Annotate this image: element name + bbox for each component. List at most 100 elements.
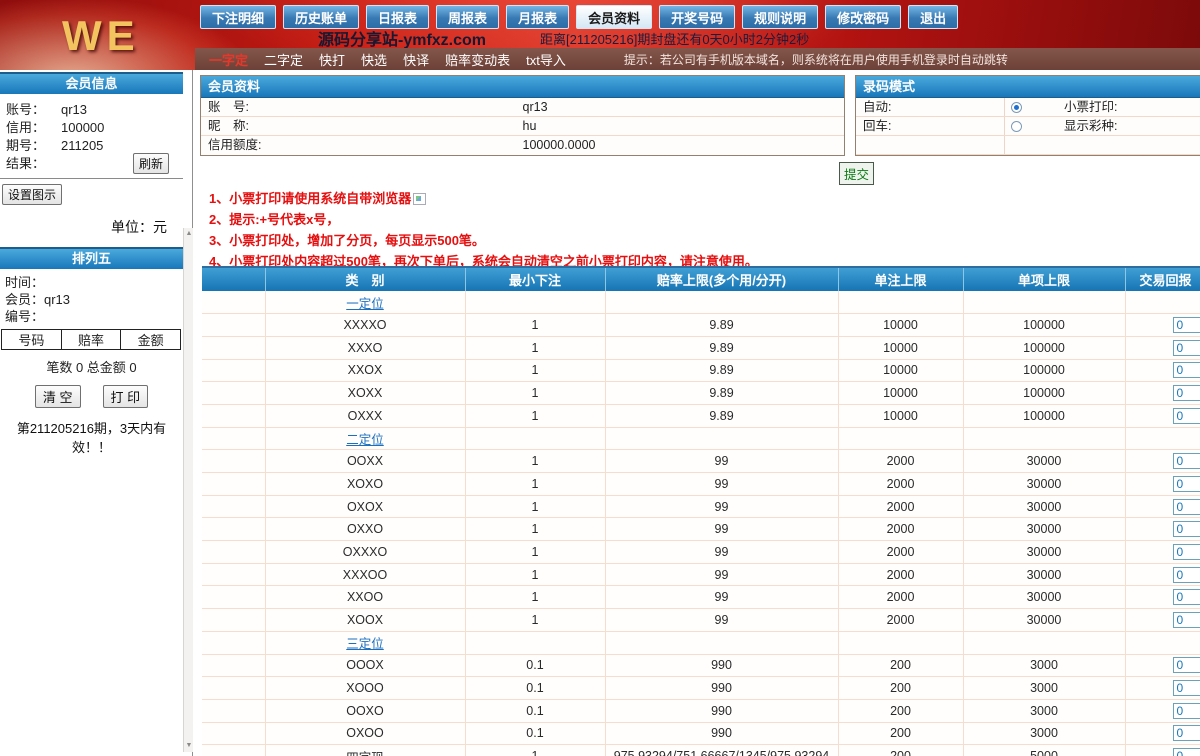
empty-cell xyxy=(1125,631,1200,654)
limits-header: 类 别 xyxy=(265,267,465,291)
empty-cell xyxy=(963,631,1125,654)
print-button[interactable]: 打 印 xyxy=(103,385,149,408)
scroll-up-icon[interactable]: ▲ xyxy=(184,228,194,240)
site-title: 源码分享站-ymfxz.com xyxy=(318,26,486,50)
submenu-odds-change-table[interactable]: 赔率变动表 xyxy=(445,50,510,69)
odds-cell: 99 xyxy=(605,450,838,473)
member-info-value: 211205 xyxy=(61,137,103,155)
nav-monthly-report[interactable]: 月报表 xyxy=(506,5,569,29)
rebate-input[interactable] xyxy=(1173,544,1200,560)
scroll-down-icon[interactable]: ▼ xyxy=(184,740,194,752)
rebate-input[interactable] xyxy=(1173,657,1200,673)
rebate-input[interactable] xyxy=(1173,362,1200,378)
nav-draw-numbers[interactable]: 开奖号码 xyxy=(659,5,735,29)
note-line: 1、小票打印请使用系统自带浏览器 xyxy=(209,188,758,209)
nav-logout[interactable]: 退出 xyxy=(908,5,958,29)
limits-row: XXXXO19.8910000100000 xyxy=(202,314,1200,337)
rebate-input[interactable] xyxy=(1173,703,1200,719)
note-line: 2、提示:+号代表x号， xyxy=(209,209,758,230)
rebate-input[interactable] xyxy=(1173,499,1200,515)
nav-bar: 下注明细历史账单日报表周报表月报表会员资料开奖号码规则说明修改密码退出 xyxy=(200,5,958,29)
rebate-input[interactable] xyxy=(1173,408,1200,424)
category-cell: XXOX xyxy=(265,359,465,382)
rebate-input[interactable] xyxy=(1173,385,1200,401)
rebate-input[interactable] xyxy=(1173,476,1200,492)
member-info-value: 100000 xyxy=(61,119,104,137)
limits-row: OXXXO199200030000 xyxy=(202,541,1200,564)
submenu-txt-import[interactable]: txt导入 xyxy=(526,50,566,69)
set-image-button[interactable]: 设置图示 xyxy=(2,184,62,205)
limits-row: OXOX199200030000 xyxy=(202,495,1200,518)
mode-right-label: 显示彩种: xyxy=(1064,117,1117,136)
group-link[interactable]: 二定位 xyxy=(346,433,384,447)
submit-button[interactable]: 提交 xyxy=(839,162,874,185)
rebate-input[interactable] xyxy=(1173,589,1200,605)
min-bet-cell: 1 xyxy=(465,563,605,586)
limits-group-row: 三定位 xyxy=(202,631,1200,654)
limits-table: 类 别最小下注赔率上限(多个用/分开)单注上限单项上限交易回报 一定位XXXXO… xyxy=(202,266,1200,756)
rebate-input[interactable] xyxy=(1173,317,1200,333)
empty-cell xyxy=(202,609,265,632)
submenu-quick-pick[interactable]: 快选 xyxy=(361,50,387,69)
clear-button[interactable]: 清 空 xyxy=(35,385,81,408)
main-content: 会员资料 账 号:qr13昵 称:hu信用额度:100000.0000 录码模式… xyxy=(194,70,1200,756)
submenu-two-digit[interactable]: 二字定 xyxy=(264,50,303,69)
per-bet-cell: 200 xyxy=(838,745,963,756)
empty-cell xyxy=(202,473,265,496)
bet-info: 时间： 会员：qr13 编号： xyxy=(0,269,183,325)
rebate-cell xyxy=(1125,745,1200,756)
submenu-hint: 提示：若公司有手机版本域名，则系统将在用户使用手机登录时自动跳转 xyxy=(624,51,1008,68)
per-bet-cell: 2000 xyxy=(838,450,963,473)
profile-label: 账 号: xyxy=(208,100,249,114)
rebate-cell xyxy=(1125,404,1200,427)
group-link[interactable]: 一定位 xyxy=(346,297,384,311)
sidebar-scrollbar[interactable]: ▲ ▼ xyxy=(183,228,193,752)
limits-row: XOOX199200030000 xyxy=(202,609,1200,632)
rebate-input[interactable] xyxy=(1173,612,1200,628)
odds-cell: 975.93294/751.66667/1345/975.93294 xyxy=(605,745,838,756)
submenu-quick-trans[interactable]: 快译 xyxy=(403,50,429,69)
rebate-input[interactable] xyxy=(1173,567,1200,583)
mode-radio[interactable] xyxy=(1011,121,1022,132)
empty-cell xyxy=(465,631,605,654)
nav-change-password[interactable]: 修改密码 xyxy=(825,5,901,29)
submenu-one-digit[interactable]: 一字定 xyxy=(209,50,248,69)
per-bet-cell: 10000 xyxy=(838,382,963,405)
refresh-button[interactable]: 刷新 xyxy=(133,153,169,174)
category-cell: XOOX xyxy=(265,609,465,632)
per-bet-cell: 10000 xyxy=(838,314,963,337)
rebate-input[interactable] xyxy=(1173,748,1200,756)
rebate-input[interactable] xyxy=(1173,340,1200,356)
empty-cell xyxy=(1125,291,1200,314)
min-bet-cell: 1 xyxy=(465,745,605,756)
min-bet-cell: 1 xyxy=(465,314,605,337)
odds-cell: 990 xyxy=(605,654,838,677)
mode-radio[interactable] xyxy=(1011,102,1022,113)
member-info-rows: 账号：qr13信用：100000期号：211205结果：刷新 xyxy=(0,94,183,173)
odds-cell: 990 xyxy=(605,677,838,700)
odds-cell: 9.89 xyxy=(605,359,838,382)
nav-member-profile[interactable]: 会员资料 xyxy=(576,5,652,29)
rebate-input[interactable] xyxy=(1173,680,1200,696)
category-cell: OXOX xyxy=(265,495,465,518)
profile-label: 昵 称: xyxy=(208,119,249,133)
limits-row: OOXO0.19902003000 xyxy=(202,699,1200,722)
empty-cell xyxy=(202,495,265,518)
rebate-input[interactable] xyxy=(1173,521,1200,537)
top-header: WE 下注明细历史账单日报表周报表月报表会员资料开奖号码规则说明修改密码退出 源… xyxy=(0,0,1200,70)
validity-note: 第211205216期，3天内有效！！ xyxy=(0,418,183,456)
member-info-label: 结果： xyxy=(6,155,54,173)
submenu-quick-type[interactable]: 快打 xyxy=(319,50,345,69)
per-item-cell: 30000 xyxy=(963,586,1125,609)
empty-cell xyxy=(838,291,963,314)
per-bet-cell: 10000 xyxy=(838,359,963,382)
min-bet-cell: 0.1 xyxy=(465,699,605,722)
rebate-input[interactable] xyxy=(1173,453,1200,469)
rebate-input[interactable] xyxy=(1173,725,1200,741)
empty-cell xyxy=(465,427,605,450)
group-link[interactable]: 三定位 xyxy=(346,637,384,651)
empty-cell xyxy=(963,427,1125,450)
nav-rules[interactable]: 规则说明 xyxy=(742,5,818,29)
limits-row: OXXX19.8910000100000 xyxy=(202,404,1200,427)
nav-bet-details[interactable]: 下注明细 xyxy=(200,5,276,29)
